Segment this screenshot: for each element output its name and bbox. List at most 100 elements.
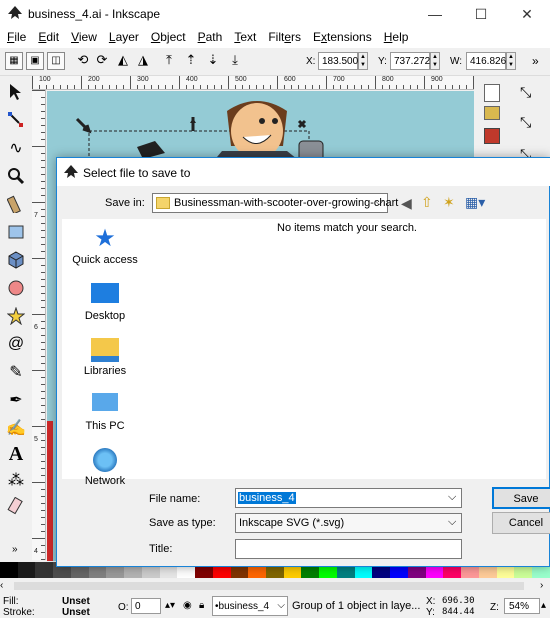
window-titlebar: business_4.ai - Inkscape — ☐ ✕ xyxy=(0,0,550,28)
dialog-title: Select file to save to xyxy=(83,166,191,180)
menu-item[interactable]: Layer xyxy=(102,28,144,48)
layer-select[interactable]: •business_4 ⌵ xyxy=(212,596,288,616)
save-in-label: Save in: xyxy=(105,197,145,209)
hide-layer-icon[interactable]: ◉ xyxy=(183,600,192,611)
title-input[interactable] xyxy=(235,539,462,559)
ruler-label: 600 xyxy=(284,76,296,83)
lower-icon[interactable]: ⇣ xyxy=(204,52,222,70)
lock-layer-icon[interactable]: 🔒︎ xyxy=(199,600,204,611)
scroll-left-icon[interactable]: ‹ xyxy=(0,580,10,591)
up-folder-icon[interactable]: ⇧ xyxy=(421,194,433,211)
zoom-tool-icon[interactable] xyxy=(4,164,28,188)
place-label: Quick access xyxy=(72,254,138,266)
raise-to-top-icon[interactable]: ⤒ xyxy=(160,52,178,70)
tweak-tool-icon[interactable]: ∿ xyxy=(4,136,28,160)
snap-toggle-icon[interactable]: ⤡ xyxy=(520,84,531,101)
w-spinner[interactable]: ▲ ▼ xyxy=(506,52,516,70)
place-quick-access[interactable]: ★ Quick access xyxy=(62,227,148,267)
menu-item[interactable]: File xyxy=(0,28,31,48)
text-tool-icon[interactable]: A xyxy=(4,442,28,466)
flip-vertical-icon[interactable]: ◮ xyxy=(134,52,152,70)
palette-swatch[interactable] xyxy=(0,562,18,578)
menu-item[interactable]: Filters xyxy=(261,28,306,48)
menu-item[interactable]: Object xyxy=(144,28,191,48)
stroke-value[interactable]: Unset xyxy=(62,607,90,618)
select-all-layers-icon[interactable]: ▣ xyxy=(26,52,44,70)
x-spinner[interactable]: ▲ ▼ xyxy=(358,52,368,70)
fill-value[interactable]: Unset xyxy=(62,596,90,607)
ruler-label: 500 xyxy=(235,76,247,83)
file-name-input[interactable]: business_4 ⌵ xyxy=(235,488,462,508)
star-tool-icon[interactable] xyxy=(4,304,28,328)
pen-tool-icon[interactable]: ✒ xyxy=(4,388,28,412)
node-tool-icon[interactable] xyxy=(4,108,28,132)
select-all-icon[interactable]: ▦ xyxy=(5,52,23,70)
lower-to-bottom-icon[interactable]: ⤓ xyxy=(226,52,244,70)
y-spinner[interactable]: ▲ ▼ xyxy=(430,52,440,70)
new-document-icon[interactable] xyxy=(484,84,500,102)
calligraphy-tool-icon[interactable]: ✍ xyxy=(4,416,28,440)
view-menu-icon[interactable]: ▦▾ xyxy=(465,194,485,211)
menu-item[interactable]: Edit xyxy=(31,28,64,48)
palette-swatch[interactable] xyxy=(35,562,54,578)
place-desktop[interactable]: Desktop xyxy=(62,283,148,322)
place-label: This PC xyxy=(85,420,125,432)
save-icon[interactable] xyxy=(484,128,500,144)
new-folder-icon[interactable]: ✶ xyxy=(443,194,455,211)
close-button[interactable]: ✕ xyxy=(504,0,550,28)
place-network[interactable]: Network xyxy=(62,448,148,487)
flip-horizontal-icon[interactable]: ◭ xyxy=(114,52,132,70)
snap-bbox-icon[interactable]: ⤡ xyxy=(520,114,531,131)
selector-tool-icon[interactable] xyxy=(4,80,28,104)
eraser-tool-icon[interactable] xyxy=(4,494,28,518)
window-title: business_4.ai - Inkscape xyxy=(28,7,161,21)
save-as-type-select[interactable]: Inkscape SVG (*.svg) ⌵ xyxy=(235,513,462,533)
palette-swatch[interactable] xyxy=(17,562,36,578)
toolbar-overflow-icon[interactable]: » xyxy=(532,54,539,68)
zoom-input[interactable]: 54% xyxy=(504,598,540,614)
menu-item[interactable]: View xyxy=(64,28,102,48)
w-input[interactable]: 416.826 xyxy=(466,52,506,70)
w-label: W: xyxy=(450,56,463,67)
horizontal-ruler: 100 200 300 400 500 600 700 800 900 xyxy=(32,76,474,90)
raise-icon[interactable]: ⇡ xyxy=(182,52,200,70)
menu-item[interactable]: Path xyxy=(191,28,228,48)
scroll-right-icon[interactable]: › xyxy=(540,580,550,591)
opacity-input[interactable]: 0 xyxy=(131,598,161,614)
rectangle-tool-icon[interactable] xyxy=(4,220,28,244)
maximize-button[interactable]: ☐ xyxy=(458,0,504,28)
x-input[interactable]: 183.500 xyxy=(318,52,358,70)
file-list[interactable]: No items match your search. xyxy=(148,219,546,479)
horizontal-scrollbar[interactable]: ‹ › xyxy=(0,578,550,594)
spray-tool-icon[interactable]: ⁂ xyxy=(4,468,28,492)
ruler-label: 200 xyxy=(88,76,100,83)
save-in-select[interactable]: Businessman-with-scooter-over-growing-ch… xyxy=(152,193,398,213)
zoom-spinner[interactable]: ▴ xyxy=(541,600,546,611)
pencil-tool-icon[interactable]: ✎ xyxy=(4,360,28,384)
cancel-button[interactable]: Cancel xyxy=(492,512,550,534)
rotate-ccw-icon[interactable]: ⟲ xyxy=(74,52,92,70)
place-libraries[interactable]: Libraries xyxy=(62,338,148,377)
ruler-label: 5 xyxy=(34,436,38,443)
menu-item[interactable]: Extensions xyxy=(306,28,377,48)
tools-overflow-icon[interactable]: » xyxy=(12,544,18,555)
menu-bar: File Edit View Layer Object Path Text Filters Ex… xyxy=(0,28,550,48)
deselect-icon[interactable]: ◫ xyxy=(47,52,65,70)
rotate-cw-icon[interactable]: ⟳ xyxy=(93,52,111,70)
y-input[interactable]: 737.272 xyxy=(390,52,430,70)
open-folder-icon[interactable] xyxy=(484,106,500,120)
back-icon[interactable]: ◀ xyxy=(401,195,412,212)
scrollbar-track[interactable] xyxy=(14,582,524,590)
minimize-button[interactable]: — xyxy=(412,0,458,28)
place-this-pc[interactable]: This PC xyxy=(62,393,148,432)
menu-item[interactable]: Text xyxy=(227,28,261,48)
save-button[interactable]: Save xyxy=(492,487,550,509)
ellipse-tool-icon[interactable] xyxy=(4,276,28,300)
opacity-spinner[interactable]: ▴▾ xyxy=(165,600,175,611)
menu-item[interactable]: Help xyxy=(377,28,414,48)
spiral-tool-icon[interactable]: @ xyxy=(4,332,28,356)
measure-tool-icon[interactable] xyxy=(4,192,28,216)
zoom-label: Z: xyxy=(490,602,499,613)
fill-label: Fill: xyxy=(3,596,19,607)
3d-box-tool-icon[interactable] xyxy=(4,248,28,272)
